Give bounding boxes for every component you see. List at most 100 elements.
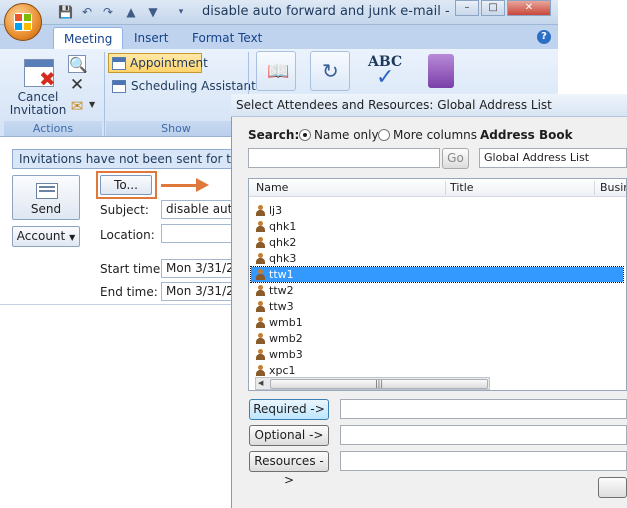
resources-input[interactable] — [340, 451, 627, 471]
send-label: Send — [30, 202, 62, 216]
info-bar: Invitations have not been sent for this … — [12, 149, 234, 169]
person-icon — [256, 253, 265, 264]
location-input[interactable] — [161, 224, 233, 243]
show-group-label: Show — [106, 121, 246, 136]
close-button[interactable]: ✕ — [507, 0, 551, 16]
required-input[interactable] — [340, 399, 627, 419]
scheduling-assistant-button[interactable]: Scheduling Assistant — [131, 79, 256, 93]
list-item[interactable]: wmb1 — [251, 315, 623, 330]
list-item[interactable]: qhk1 — [251, 219, 623, 234]
recurrence-icon: ↻ — [322, 59, 339, 83]
account-dropdown-icon: ▼ — [69, 233, 76, 242]
optional-input[interactable] — [340, 425, 627, 445]
column-title[interactable]: Title — [450, 181, 474, 194]
list-item-name: wmb1 — [269, 316, 303, 329]
list-item[interactable]: qhk2 — [251, 235, 623, 250]
book-icon: 📖 — [267, 61, 290, 82]
send-button[interactable]: Send — [12, 175, 80, 220]
redo-icon[interactable]: ↷ — [101, 5, 115, 19]
name-only-radio[interactable] — [299, 129, 311, 141]
list-item-name: qhk3 — [269, 252, 297, 265]
previous-item-icon[interactable]: ▲ — [124, 5, 138, 19]
start-date-input[interactable]: Mon 3/31/20 — [161, 259, 233, 278]
group-separator — [104, 52, 105, 136]
list-item[interactable]: ttw2 — [251, 283, 623, 298]
more-columns-label: More columns — [393, 128, 477, 142]
spelling-button[interactable]: ABC ✓ — [364, 51, 404, 93]
subject-input[interactable]: disable auto — [161, 200, 233, 219]
person-icon — [256, 285, 265, 296]
account-button[interactable]: Account ▼ — [12, 226, 80, 247]
forward-icon[interactable]: ✉ — [68, 97, 86, 115]
attendee-book-button[interactable]: 📖 — [256, 51, 296, 91]
maximize-button[interactable]: □ — [481, 0, 505, 16]
list-item[interactable]: ttw3 — [251, 299, 623, 314]
address-list[interactable]: Name Title Busine lj3 qhk1 qhk2 qhk3 ttw1 ttw… — [248, 178, 627, 391]
office-button[interactable] — [4, 3, 42, 41]
cancel-invitation-button[interactable]: Cancel Invitation — [6, 91, 70, 117]
subject-label: Subject: — [100, 203, 149, 217]
list-item-name: xpc1 — [269, 364, 296, 377]
resources-button[interactable]: Resources -> — [249, 451, 329, 487]
list-item-name: lj3 — [269, 204, 283, 217]
tab-insert[interactable]: Insert — [124, 27, 178, 49]
list-item-name: wmb3 — [269, 348, 303, 361]
list-item-name: qhk1 — [269, 220, 297, 233]
column-separator — [445, 181, 446, 195]
cancel-label-line2: Invitation — [9, 103, 67, 117]
recurrence-button[interactable]: ↻ — [310, 51, 350, 91]
account-label: Account — [16, 229, 66, 243]
list-header: Name Title Busine — [249, 179, 626, 197]
onenote-icon — [428, 54, 454, 88]
list-item-name: qhk2 — [269, 236, 297, 249]
check-icon: ✓ — [376, 65, 395, 90]
search-label: Search: — [248, 128, 300, 142]
appointment-icon — [112, 57, 126, 70]
address-book-select[interactable]: Global Address List — [479, 148, 627, 168]
person-icon — [256, 237, 265, 248]
list-item[interactable]: wmb3 — [251, 347, 623, 362]
end-date-input[interactable]: Mon 3/31/20 — [161, 282, 233, 301]
person-icon — [256, 333, 265, 344]
location-label: Location: — [100, 228, 155, 242]
list-item[interactable]: qhk3 — [251, 251, 623, 266]
required-button[interactable]: Required -> — [249, 399, 329, 420]
help-icon[interactable]: ? — [537, 30, 551, 44]
search-input[interactable] — [248, 148, 440, 168]
column-name[interactable]: Name — [256, 181, 288, 194]
window-title: disable auto forward and junk e-mail - M… — [202, 4, 478, 19]
list-item[interactable]: lj3 — [251, 203, 623, 218]
optional-button[interactable]: Optional -> — [249, 425, 329, 446]
list-item[interactable]: xpc1 — [251, 363, 623, 378]
cancel-invitation-icon[interactable]: ✖ — [24, 59, 56, 89]
callout-arrow-icon — [196, 178, 209, 192]
header-divider — [0, 304, 232, 305]
minimize-button[interactable]: – — [455, 0, 479, 16]
list-item[interactable]: wmb2 — [251, 331, 623, 346]
dialog-title-bar: Select Attendees and Resources: Global A… — [231, 94, 627, 117]
undo-icon[interactable]: ↶ — [80, 5, 94, 19]
person-icon — [256, 317, 265, 328]
tab-meeting[interactable]: Meeting — [53, 27, 124, 49]
go-button[interactable]: Go — [442, 148, 469, 169]
more-columns-radio[interactable] — [378, 129, 390, 141]
next-item-icon[interactable]: ▼ — [146, 5, 160, 19]
dialog-title: Select Attendees and Resources: Global A… — [236, 98, 552, 112]
delete-icon[interactable]: ✕ — [68, 76, 86, 94]
callout-arrow-line — [161, 184, 199, 187]
scrollbar-thumb[interactable]: ||| — [270, 379, 488, 389]
column-business[interactable]: Busine — [600, 181, 626, 194]
customize-toolbar-icon[interactable]: ▾ — [174, 5, 188, 19]
onenote-button[interactable] — [424, 51, 460, 93]
scroll-left-icon[interactable]: ◀ — [258, 378, 263, 389]
tab-format-text[interactable]: Format Text — [182, 27, 272, 49]
person-icon — [256, 365, 265, 376]
list-item[interactable]: ttw1 — [250, 266, 624, 283]
ok-button[interactable] — [598, 477, 627, 498]
appointment-button[interactable]: Appointment — [108, 53, 208, 73]
save-icon[interactable]: 💾 — [58, 5, 73, 19]
address-book-icon[interactable]: 🔍 — [68, 55, 88, 74]
to-button[interactable]: To... — [100, 175, 152, 195]
horizontal-scrollbar[interactable]: ◀ ||| — [255, 377, 490, 390]
forward-dropdown-icon[interactable]: ▼ — [89, 100, 95, 109]
